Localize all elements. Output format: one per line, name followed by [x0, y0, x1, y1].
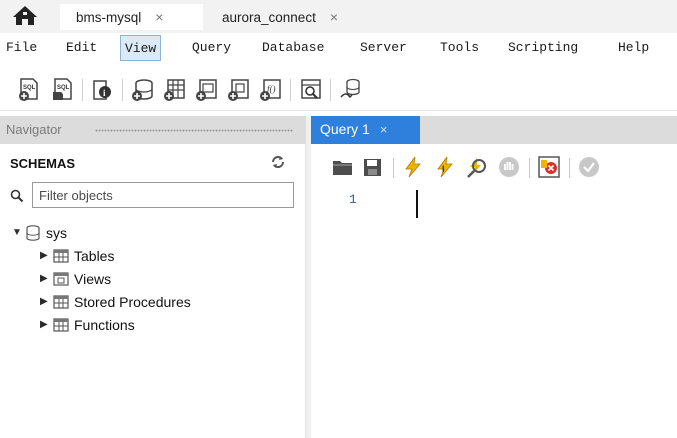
toggle-error-icon[interactable]: [537, 155, 561, 179]
create-view-icon[interactable]: [194, 77, 220, 103]
toolbar-separator: [82, 79, 83, 101]
navigator-title: Navigator: [6, 122, 62, 137]
query-toolbar: I: [311, 144, 677, 188]
menu-edit[interactable]: Edit: [66, 35, 97, 61]
connection-tab-label: aurora_connect: [222, 10, 316, 25]
line-number: 1: [349, 192, 357, 207]
menu-tools[interactable]: Tools: [440, 35, 479, 61]
connection-tab-strip: bms-mysql × aurora_connect ×: [0, 0, 677, 33]
toolbar-separator: [122, 79, 123, 101]
views-folder-icon: [53, 272, 69, 286]
svg-text:I: I: [442, 164, 445, 174]
expanded-triangle-icon[interactable]: ▼: [12, 222, 24, 244]
search-table-data-icon[interactable]: [298, 77, 324, 103]
execute-current-icon[interactable]: I: [433, 155, 457, 179]
create-schema-icon[interactable]: [130, 77, 156, 103]
menu-file[interactable]: File: [6, 35, 37, 61]
collapsed-triangle-icon[interactable]: ▶: [40, 245, 52, 267]
tree-item-functions[interactable]: ▶ Functions: [40, 314, 135, 336]
new-sql-tab-icon[interactable]: SQL: [16, 77, 42, 103]
connection-tab-aurora-connect[interactable]: aurora_connect ×: [207, 4, 357, 30]
query-tab-label: Query 1: [320, 121, 370, 137]
svg-text:SQL: SQL: [57, 85, 70, 91]
refresh-icon[interactable]: [270, 154, 286, 170]
explain-icon[interactable]: [465, 155, 489, 179]
close-icon[interactable]: ×: [330, 9, 338, 25]
menu-scripting[interactable]: Scripting: [508, 35, 578, 61]
toolbar-separator: [393, 158, 394, 178]
connection-tab-bms-mysql[interactable]: bms-mysql ×: [60, 4, 203, 30]
query-tab-strip: Query 1 ×: [311, 116, 677, 144]
toolbar-separator: [569, 158, 570, 178]
collapsed-triangle-icon[interactable]: ▶: [40, 291, 52, 313]
tree-item-label: sys: [46, 225, 67, 241]
tree-item-tables[interactable]: ▶ Tables: [40, 245, 114, 267]
tree-item-label: Stored Procedures: [74, 294, 191, 310]
reconnect-icon[interactable]: [338, 77, 364, 103]
schemas-label: SCHEMAS: [10, 156, 76, 171]
menu-view[interactable]: View: [120, 35, 162, 61]
main-toolbar: SQL SQL i f(): [0, 63, 677, 111]
toolbar-separator: [529, 158, 530, 178]
functions-folder-icon: [53, 318, 69, 332]
tables-folder-icon: [53, 249, 69, 263]
inspector-icon[interactable]: i: [90, 77, 116, 103]
svg-text:SQL: SQL: [23, 85, 36, 91]
close-icon[interactable]: ×: [155, 9, 163, 25]
save-icon[interactable]: [361, 155, 385, 179]
home-icon[interactable]: [12, 4, 38, 26]
database-icon: [26, 225, 40, 241]
toolbar-separator: [330, 79, 331, 101]
create-table-icon[interactable]: [162, 77, 188, 103]
stop-icon[interactable]: [497, 155, 521, 179]
close-icon[interactable]: ×: [380, 122, 388, 137]
tree-item-label: Tables: [74, 248, 115, 264]
toolbar-separator: [290, 79, 291, 101]
text-caret: [416, 190, 418, 218]
open-file-icon[interactable]: [331, 155, 355, 179]
navigator-panel: SCHEMAS ▼ sys ▶ Tables ▶ Views ▶: [0, 144, 306, 438]
query-tab[interactable]: Query 1 ×: [311, 116, 420, 144]
navigator-drag-handle[interactable]: [95, 129, 293, 132]
tree-item-views[interactable]: ▶ Views: [40, 268, 111, 290]
tree-item-label: Views: [74, 271, 112, 287]
filter-objects-input[interactable]: [32, 182, 294, 208]
menu-server[interactable]: Server: [360, 35, 407, 61]
navigator-header: Navigator: [0, 116, 306, 144]
procedures-folder-icon: [53, 295, 69, 309]
connection-tab-label: bms-mysql: [76, 10, 142, 25]
menu-help[interactable]: Help: [618, 35, 649, 61]
sql-editor[interactable]: 1: [311, 188, 677, 438]
collapsed-triangle-icon[interactable]: ▶: [40, 268, 52, 290]
search-icon: [10, 189, 24, 203]
execute-icon[interactable]: [401, 155, 425, 179]
commit-icon[interactable]: [577, 155, 601, 179]
tree-item-schema-sys[interactable]: ▼ sys: [12, 222, 67, 244]
tree-item-label: Functions: [74, 317, 135, 333]
open-sql-script-icon[interactable]: SQL: [50, 77, 76, 103]
menu-database[interactable]: Database: [262, 35, 324, 61]
tree-item-stored-procedures[interactable]: ▶ Stored Procedures: [40, 291, 191, 313]
menu-query[interactable]: Query: [192, 35, 231, 61]
create-function-icon[interactable]: f(): [258, 77, 284, 103]
collapsed-triangle-icon[interactable]: ▶: [40, 314, 52, 336]
menu-bar: File Edit View Query Database Server Too…: [0, 33, 677, 63]
create-procedure-icon[interactable]: [226, 77, 252, 103]
